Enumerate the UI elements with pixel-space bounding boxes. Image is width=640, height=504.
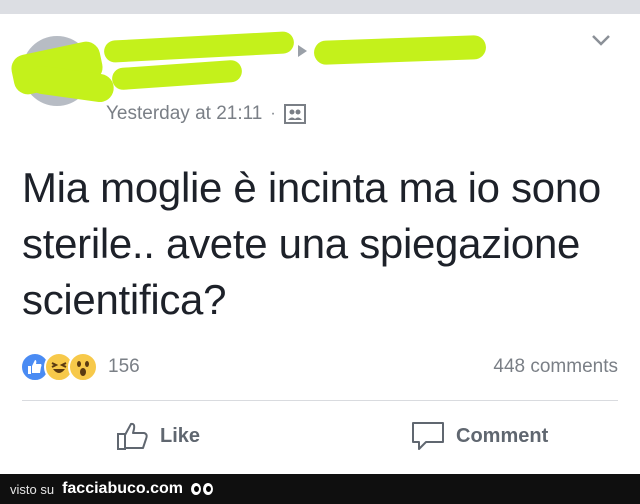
post-meta: Yesterday at 21:11 · [106, 101, 306, 127]
divider [22, 400, 618, 401]
comment-button[interactable]: Comment [410, 418, 548, 454]
post-text-line: sterile.. avete una spiegazione [22, 220, 581, 267]
eyes-logo-icon [191, 483, 214, 495]
post-text-line: scientifica? [22, 276, 227, 323]
reaction-count: 156 [108, 356, 140, 377]
meta-separator: · [270, 105, 276, 122]
chevron-down-icon[interactable] [590, 32, 612, 48]
friends-icon [283, 104, 306, 124]
comment-label: Comment [456, 424, 549, 447]
wow-reaction-icon [68, 352, 98, 382]
reactions-summary[interactable]: 156 [20, 350, 140, 384]
watermark-site[interactable]: facciabuco.com [62, 480, 183, 498]
top-band [0, 0, 640, 14]
post-timestamp[interactable]: Yesterday at 21:11 [106, 103, 262, 125]
comments-count[interactable]: 448 comments [493, 356, 618, 378]
eye-icon [191, 483, 202, 495]
thumbs-up-icon [117, 422, 148, 450]
eye-icon [203, 483, 214, 495]
watermark-visto: visto su [10, 481, 55, 497]
post-text: Mia moglie è incinta ma io sono sterile.… [22, 160, 622, 328]
watermark-bar: visto su facciabuco.com [0, 474, 640, 504]
arrow-right-icon [298, 45, 307, 57]
post-text-line: Mia moglie è incinta ma io sono [22, 164, 601, 211]
like-button[interactable]: Like [116, 418, 200, 454]
like-label: Like [160, 424, 201, 447]
comment-bubble-icon [412, 422, 444, 450]
